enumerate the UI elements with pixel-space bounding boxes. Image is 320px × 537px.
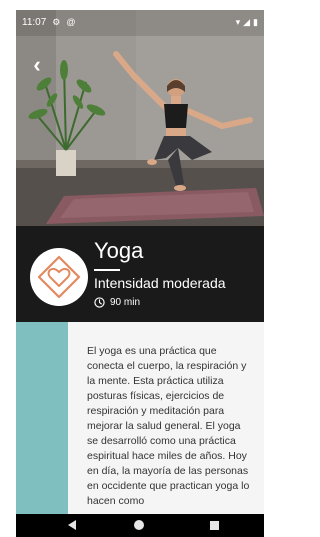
heart-diamond-icon bbox=[37, 255, 81, 299]
system-nav-bar bbox=[16, 514, 264, 537]
gear-icon: ⚙ bbox=[52, 16, 61, 27]
class-header: Yoga Intensidad moderada 90 min bbox=[16, 226, 264, 322]
title-underline bbox=[94, 269, 120, 271]
back-button[interactable]: ‹ bbox=[26, 54, 48, 76]
description-card[interactable]: El yoga es una práctica que conecta el c… bbox=[68, 322, 264, 514]
class-badge bbox=[30, 248, 88, 306]
clock-icon bbox=[94, 297, 105, 308]
wifi-icon: ▾ bbox=[235, 16, 241, 27]
class-title: Yoga bbox=[94, 238, 144, 263]
hero-photo: 11:07 ⚙ @ ▾ ◢ ▮ ‹ bbox=[16, 10, 264, 226]
duration-value: 90 min bbox=[110, 297, 141, 308]
chevron-left-icon: ‹ bbox=[33, 52, 41, 77]
nav-recents-button[interactable] bbox=[210, 521, 219, 530]
battery-icon: ▮ bbox=[253, 16, 258, 27]
description-text: El yoga es una práctica que conecta el c… bbox=[87, 345, 250, 507]
intensity-label: Intensidad moderada bbox=[94, 275, 226, 291]
phone-screen: 11:07 ⚙ @ ▾ ◢ ▮ ‹ Yoga Intensidad modera… bbox=[16, 10, 264, 537]
at-icon: @ bbox=[66, 17, 76, 27]
duration-row: 90 min bbox=[94, 297, 140, 308]
nav-back-button[interactable] bbox=[68, 520, 76, 530]
status-bar: 11:07 ⚙ @ ▾ ◢ ▮ bbox=[16, 10, 264, 34]
accent-strip bbox=[16, 322, 68, 514]
signal-icon: ◢ bbox=[243, 16, 251, 27]
nav-home-button[interactable] bbox=[134, 520, 144, 530]
status-right-icons: ▾ ◢ ▮ bbox=[236, 17, 258, 28]
status-time: 11:07 bbox=[22, 16, 47, 28]
yoga-photo-illustration bbox=[16, 10, 264, 226]
